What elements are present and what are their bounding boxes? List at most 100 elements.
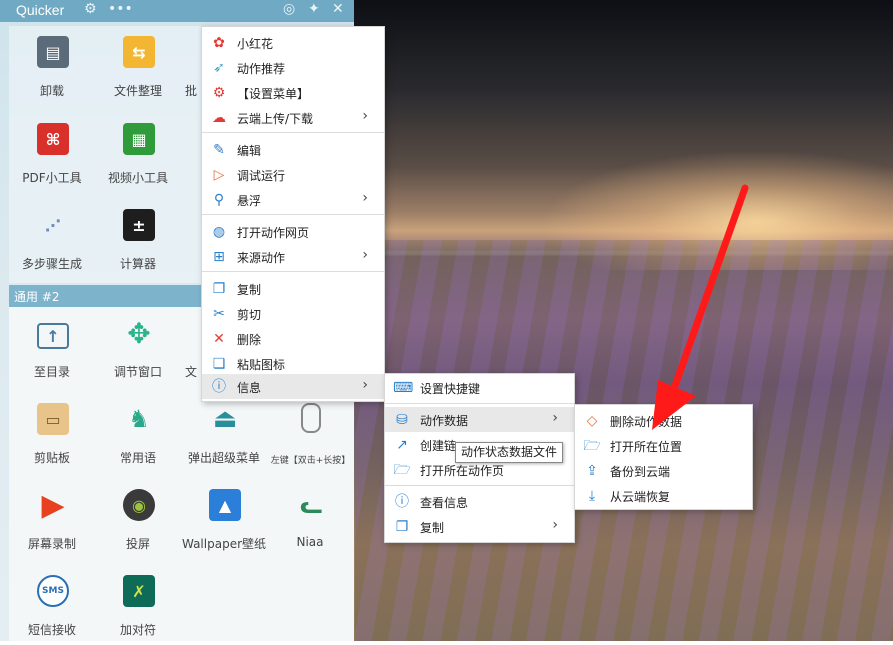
app-label: 文件整理 xyxy=(113,84,162,98)
video-icon: ▦ xyxy=(123,123,155,155)
tooltip: 动作状态数据文件 xyxy=(455,442,564,463)
menu-item-recommend[interactable]: ➶ 动作推荐 xyxy=(202,55,384,80)
app-pdf[interactable]: ⌘ PDF小工具 xyxy=(9,113,95,193)
app-label: 批 xyxy=(184,84,197,98)
menu-item-label: 编辑 xyxy=(237,144,262,158)
app-screen-record[interactable]: ▶ 屏幕录制 xyxy=(9,479,95,559)
chevron-right-icon: › xyxy=(362,247,368,263)
app-label: 文 xyxy=(184,365,197,379)
menu-item-label: 复制 xyxy=(237,283,262,297)
menu-item-label: 从云端恢复 xyxy=(610,490,671,504)
app-label: 视频小工具 xyxy=(107,171,168,185)
menu-item-view-info[interactable]: ⓘ 查看信息 xyxy=(385,489,574,514)
app-label: 短信接收 xyxy=(27,623,76,637)
app-label: 屏幕录制 xyxy=(27,537,76,551)
play-outline-icon: ▷ xyxy=(213,167,225,183)
menu-item-cloud[interactable]: ☁ 云端上传/下载 › xyxy=(202,105,384,130)
app-label: 调节窗口 xyxy=(113,365,162,379)
play-icon: ▶ xyxy=(41,487,65,523)
app-adjust-window[interactable]: ✥ 调节窗口 xyxy=(95,307,181,387)
app-add-symbol[interactable]: ✗ 加对符 xyxy=(95,565,181,645)
section-label: 通用 #2 xyxy=(14,290,60,304)
quicker-titlebar[interactable]: Quicker ⚙ ••• ◎ ✦ ✕ xyxy=(0,0,354,22)
move-arrows-icon: ✥ xyxy=(127,316,151,350)
app-calculator[interactable]: ± 计算器 xyxy=(95,199,181,279)
menu-item-label: 粘贴图标 xyxy=(237,358,286,372)
app-folder-up[interactable]: ↑ 至目录 xyxy=(9,307,95,387)
pin-icon[interactable]: ✦ xyxy=(308,1,320,17)
database-icon: ⛁ xyxy=(396,412,408,428)
app-clipboard[interactable]: ▭ 剪贴板 xyxy=(9,393,95,473)
app-super-menu[interactable]: ⏏ 弹出超级菜单 xyxy=(181,393,267,473)
menu-item-info[interactable]: ⓘ 信息 › xyxy=(202,374,384,399)
copy-icon: ❐ xyxy=(212,281,226,297)
multistep-icon: ⋰ xyxy=(45,215,61,235)
menu-item-paste-icon[interactable]: ❏ 粘贴图标 xyxy=(202,351,384,376)
app-label: 投屏 xyxy=(125,537,150,551)
menu-item-cut[interactable]: ✂ 剪切 xyxy=(202,301,384,326)
menu-item-label: 打开所在位置 xyxy=(610,440,683,454)
settings-gear-icon[interactable]: ⚙ xyxy=(84,1,97,17)
red-annotation-arrow xyxy=(652,184,749,430)
android-icon: ◉ xyxy=(123,489,155,521)
app-uninstall[interactable]: ▤ 卸载 xyxy=(9,26,95,106)
folder-up-icon: ↑ xyxy=(37,323,69,349)
close-icon[interactable]: ✕ xyxy=(332,1,344,17)
app-sms[interactable]: SMS 短信接收 xyxy=(9,565,95,645)
menu-item-flower[interactable]: ✿ 小红花 xyxy=(202,30,384,55)
menu-separator xyxy=(202,271,384,272)
menu-item-action-data[interactable]: ⛁ 动作数据 › xyxy=(385,407,574,432)
menu-item-edit[interactable]: ✎ 编辑 xyxy=(202,137,384,162)
menu-item-debug-run[interactable]: ▷ 调试运行 xyxy=(202,162,384,187)
pencil-icon: ✎ xyxy=(213,142,225,158)
download-icon: ⤓ xyxy=(588,488,596,504)
app-cast[interactable]: ◉ 投屏 xyxy=(95,479,181,559)
menu-item-label: 信息 xyxy=(237,381,262,395)
calculator-icon: ± xyxy=(123,209,155,241)
chevron-right-icon: › xyxy=(362,108,368,124)
flower-icon: ✿ xyxy=(213,35,225,51)
chevron-right-icon: › xyxy=(362,190,368,206)
menu-item-restore-cloud[interactable]: ⤓ 从云端恢复 xyxy=(575,483,752,508)
clipboard-icon: ▭ xyxy=(37,403,69,435)
cloud-icon: ☁ xyxy=(212,110,226,126)
menu-item-label: 悬浮 xyxy=(237,194,262,208)
hover-icon: ⚲ xyxy=(213,192,225,208)
eraser-icon: ◇ xyxy=(586,413,598,429)
image-icon: ▲ xyxy=(209,489,241,521)
menu-item-settings[interactable]: ⚙ 【设置菜单】 xyxy=(202,80,384,105)
menu-item-label: 打开所在动作页 xyxy=(420,464,505,478)
menu-item-backup-cloud[interactable]: ⇪ 备份到云端 xyxy=(575,458,752,483)
uninstall-icon: ▤ xyxy=(37,36,69,68)
menu-item-label: 复制 xyxy=(420,521,445,535)
menu-item-delete[interactable]: ✕ 删除 xyxy=(202,326,384,351)
app-text[interactable]: 文 xyxy=(181,307,201,387)
gear-icon: ⚙ xyxy=(212,85,226,101)
user-icon[interactable]: ◎ xyxy=(283,1,295,17)
more-dots-icon[interactable]: ••• xyxy=(108,1,133,17)
menu-item-set-hotkey[interactable]: ⌨ 设置快捷键 xyxy=(385,375,574,400)
app-label: 常用语 xyxy=(119,451,156,465)
menu-item-open-web[interactable]: ◍ 打开动作网页 xyxy=(202,219,384,244)
app-multistep[interactable]: ⋰ 多步骤生成 xyxy=(9,199,95,279)
paste-icon: ❏ xyxy=(212,356,226,372)
app-left-click[interactable]: 左键【双击+长按】 xyxy=(267,393,354,473)
menu-item-copy-sub[interactable]: ❐ 复制 › xyxy=(385,514,574,539)
app-video[interactable]: ▦ 视频小工具 xyxy=(95,113,181,193)
app-batch[interactable]: 批 xyxy=(181,26,201,106)
menu-item-source[interactable]: ⊞ 来源动作 › xyxy=(202,244,384,269)
app-niaa[interactable]: ᓚ Niaa xyxy=(267,479,353,559)
menu-item-copy[interactable]: ❐ 复制 xyxy=(202,276,384,301)
menu-item-label: 小红花 xyxy=(237,37,274,51)
app-phrases[interactable]: ♞ 常用语 xyxy=(95,393,181,473)
menu-item-label: 备份到云端 xyxy=(610,465,671,479)
app-wallpaper[interactable]: ▲ Wallpaper壁纸 xyxy=(181,479,267,559)
app-label: 至目录 xyxy=(33,365,70,379)
app-file-organize[interactable]: ⇆ 文件整理 xyxy=(95,26,181,106)
menu-item-float[interactable]: ⚲ 悬浮 › xyxy=(202,187,384,212)
app-label: Niaa xyxy=(296,535,324,549)
folder-open-icon: 🗁 xyxy=(393,462,411,478)
menu-item-label: 动作推荐 xyxy=(237,62,286,76)
scissors-icon: ✂ xyxy=(213,306,225,322)
info-icon: ⓘ xyxy=(395,494,409,510)
